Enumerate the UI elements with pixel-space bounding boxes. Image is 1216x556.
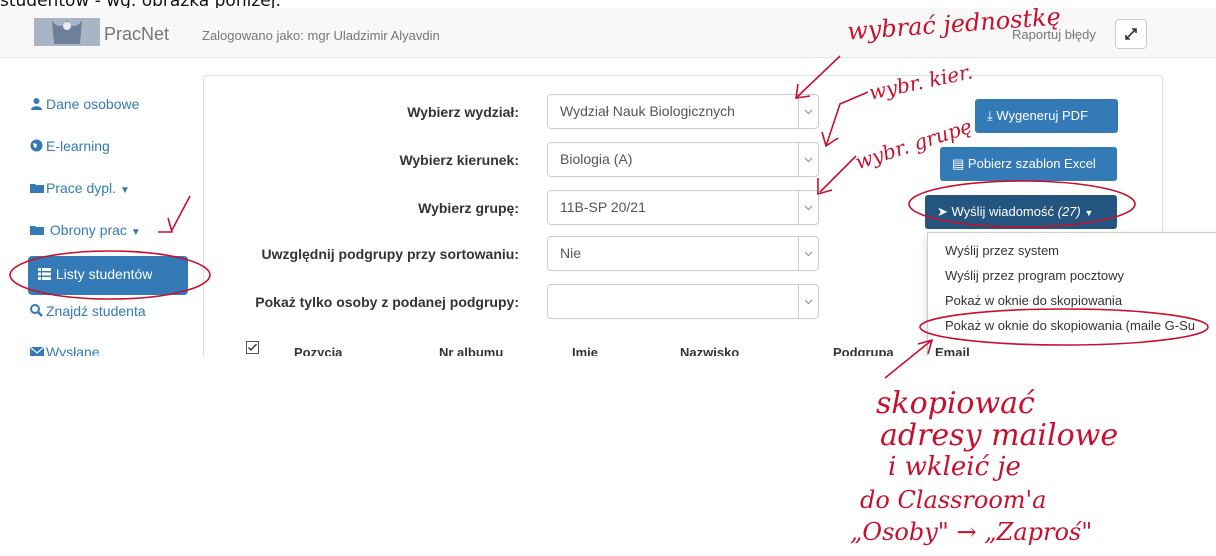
- expand-icon: [1125, 28, 1137, 40]
- send-options-menu: Wyślij przez system Wyślij przez program…: [927, 232, 1216, 356]
- sidebar-item-label: Prace dypl.: [46, 180, 117, 196]
- caret-down-icon: ▼: [1084, 208, 1094, 218]
- menu-item-send-via-system[interactable]: Wyślij przez system: [945, 243, 1059, 258]
- column-header-position[interactable]: Pozycja: [294, 345, 342, 356]
- field-of-study-select[interactable]: Biologia (A): [547, 142, 819, 177]
- logged-in-user: Zalogowano jako: mgr Uladzimir Alyavdin: [202, 28, 440, 43]
- recipient-count: (27): [1057, 204, 1081, 219]
- chevron-down-icon: [798, 285, 818, 318]
- menu-item-send-via-mail-client[interactable]: Wyślij przez program pocztowy: [945, 268, 1124, 283]
- faculty-select[interactable]: Wydział Nauk Biologicznych: [547, 94, 819, 129]
- envelope-icon: [29, 345, 45, 356]
- globe-icon: [30, 139, 44, 155]
- sidebar-item-defenses[interactable]: Obrony prac ▼: [30, 222, 141, 239]
- university-logo: [34, 14, 100, 50]
- sidebar-item-label: Dane osobowe: [46, 96, 140, 112]
- sidebar-item-label: Obrony prac: [49, 222, 127, 238]
- pracnet-screenshot: PracNet Zalogowano jako: mgr Uladzimir A…: [0, 8, 1216, 356]
- fullscreen-button[interactable]: [1115, 19, 1147, 49]
- subgroups-sort-select-value: Nie: [560, 245, 582, 261]
- sidebar-item-student-lists[interactable]: Listy studentów: [28, 256, 188, 295]
- select-all-checkbox[interactable]: [246, 341, 259, 356]
- generate-pdf-label: Wygeneruj PDF: [996, 108, 1089, 123]
- sidebar-item-sent[interactable]: Wysłane: [29, 344, 100, 356]
- subgroups-sort-select[interactable]: Nie: [547, 236, 819, 271]
- list-icon: [38, 267, 52, 283]
- only-subgroup-label: Pokaż tylko osoby z podanej podgrupy:: [255, 294, 519, 310]
- only-subgroup-select[interactable]: [547, 284, 819, 319]
- sidebar-item-label: Znajdź studenta: [46, 303, 146, 319]
- group-label: Wybierz grupę:: [418, 200, 519, 216]
- column-header-last-name[interactable]: Nazwisko: [680, 345, 739, 356]
- group-select-value: 11B-SP 20/21: [560, 199, 646, 215]
- brand-name[interactable]: PracNet: [104, 24, 169, 45]
- chevron-down-icon: [798, 143, 818, 176]
- send-icon: ➤: [937, 204, 948, 219]
- annotation-copy-line-3: i wkleić je: [888, 452, 1021, 482]
- column-header-album-number[interactable]: Nr albumu: [439, 345, 503, 356]
- download-excel-template-button[interactable]: ▤ Pobierz szablon Excel: [940, 147, 1117, 181]
- menu-item-show-copy-window[interactable]: Pokaż w oknie do skopiowania: [945, 293, 1122, 308]
- group-select[interactable]: 11B-SP 20/21: [547, 190, 819, 225]
- generate-pdf-button[interactable]: ⤓ Wygeneruj PDF: [975, 99, 1118, 133]
- chevron-down-icon: [798, 191, 818, 224]
- user-icon: [30, 97, 44, 113]
- annotation-copy-line-2: adresy mailowe: [880, 418, 1119, 453]
- sidebar-item-personal-data[interactable]: Dane osobowe: [30, 96, 139, 113]
- chevron-down-icon: [798, 95, 818, 128]
- chevron-down-icon: [798, 237, 818, 270]
- folder-icon: [30, 181, 44, 197]
- download-icon: ⤓: [987, 108, 993, 123]
- faculty-select-value: Wydział Nauk Biologicznych: [560, 103, 735, 119]
- search-icon: [30, 304, 44, 320]
- annotation-copy-line-4: do Classroom'a: [860, 486, 1047, 514]
- caret-down-icon: ▼: [130, 227, 141, 238]
- field-of-study-label: Wybierz kierunek:: [399, 152, 519, 168]
- field-of-study-select-value: Biologia (A): [560, 151, 633, 167]
- checkbox-checked-icon: [246, 341, 259, 354]
- sidebar-item-label: Wysłane: [46, 344, 100, 356]
- sidebar-item-find-student[interactable]: Znajdź studenta: [30, 303, 146, 320]
- folder-icon: [30, 223, 44, 239]
- caret-down-icon: ▼: [119, 185, 130, 196]
- annotation-copy-line-5: „Osoby" → „Zaproś": [850, 518, 1093, 546]
- annotation-copy-line-1: skopiować: [876, 386, 1035, 421]
- column-header-subgroup[interactable]: Podgrupa: [833, 345, 894, 356]
- subgroups-sort-label: Uwzględnij podgrupy przy sortowaniu:: [261, 246, 519, 262]
- faculty-label: Wybierz wydział:: [407, 104, 519, 120]
- download-excel-label: Pobierz szablon Excel: [967, 156, 1096, 171]
- column-header-email[interactable]: Email: [935, 345, 970, 356]
- sidebar-item-theses[interactable]: Prace dypl. ▼: [30, 180, 130, 197]
- menu-item-show-copy-window-gsuite[interactable]: Pokaż w oknie do skopiowania (maile G-Su: [945, 318, 1195, 333]
- list-alt-icon: ▤: [952, 156, 965, 171]
- sidebar-item-label: E-learning: [46, 138, 110, 154]
- send-message-button[interactable]: ➤ Wyślij wiadomość (27) ▼: [925, 195, 1117, 229]
- send-message-label: Wyślij wiadomość: [951, 204, 1054, 219]
- sidebar-item-label: Listy studentów: [55, 266, 153, 282]
- column-header-first-name[interactable]: Imię: [572, 345, 598, 356]
- sidebar-item-elearning[interactable]: E-learning: [30, 138, 110, 155]
